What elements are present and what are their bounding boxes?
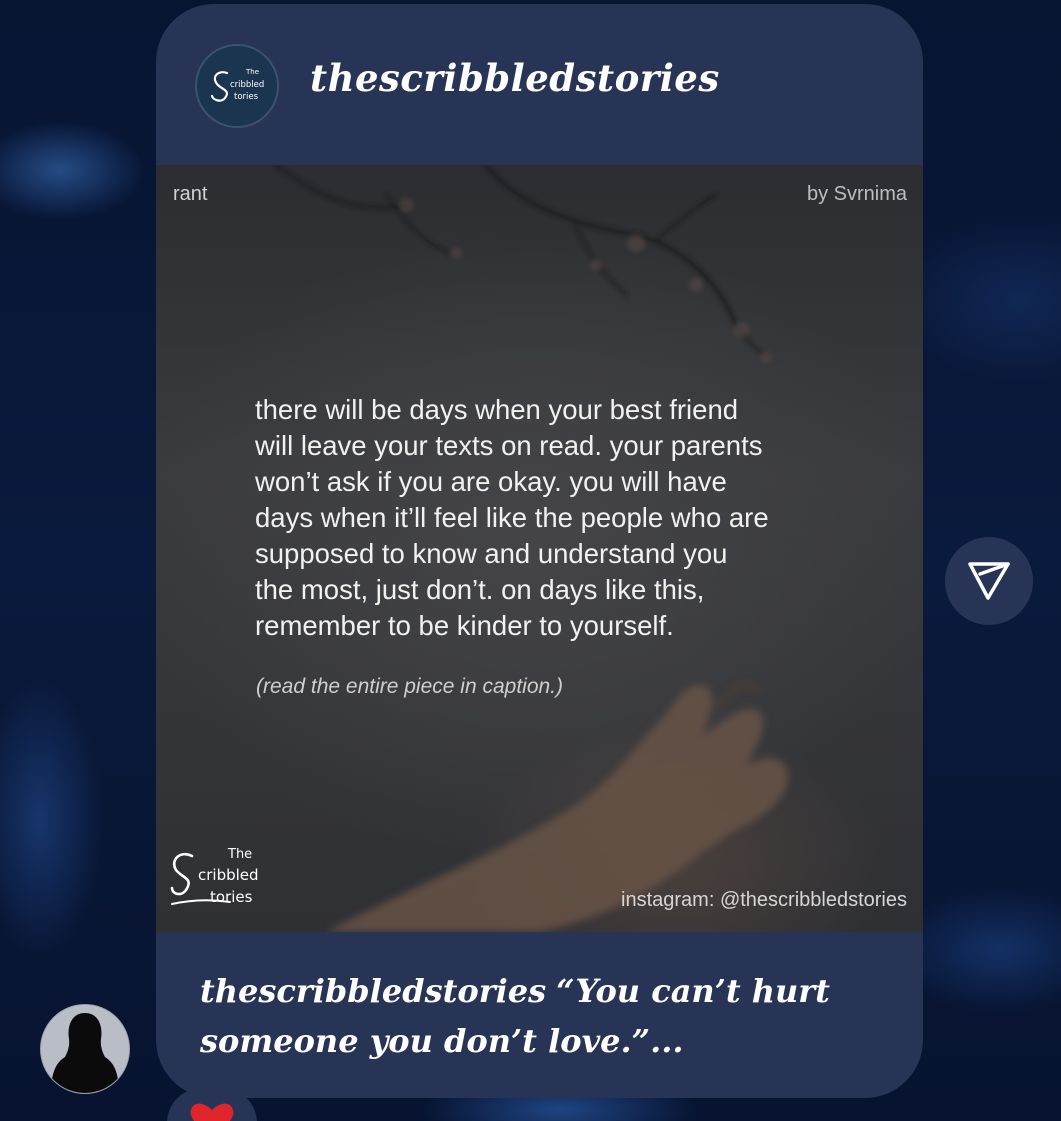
post-caption[interactable]: thescribbledstories “You can’t hurt someo… bbox=[200, 966, 880, 1066]
caption-text: “You can’t hurt bbox=[556, 972, 830, 1010]
instagram-watermark: instagram: @thescribbledstories bbox=[621, 889, 907, 911]
share-button[interactable] bbox=[945, 537, 1033, 625]
story-card[interactable]: The cribbled tories thescribbledstories bbox=[156, 4, 923, 1098]
scribbled-stories-logo-icon: The cribbled tories bbox=[197, 46, 277, 126]
post-author: by Svrnima bbox=[806, 183, 907, 205]
quote-line: there will be days when your best friend bbox=[255, 394, 739, 425]
quote-line: the most, just don’t. on days like this, bbox=[255, 574, 705, 605]
card-header: The cribbled tories thescribbledstories bbox=[156, 4, 923, 165]
post-username[interactable]: thescribbledstories bbox=[310, 56, 720, 100]
post-image[interactable]: rant by Svrnima there will be days when … bbox=[156, 165, 923, 932]
logo-text-the: The bbox=[227, 847, 252, 862]
read-more-note: (read the entire piece in caption.) bbox=[256, 675, 564, 698]
svg-text:The: The bbox=[245, 68, 259, 76]
caption-line: someone you don’t love.”... bbox=[200, 1022, 684, 1060]
caption-username[interactable]: thescribbledstories bbox=[200, 972, 546, 1010]
caption-line: thescribbledstories “You can’t hurt bbox=[200, 966, 880, 1016]
person-silhouette-icon bbox=[41, 1005, 129, 1093]
quote-line: days when it’ll feel like the people who… bbox=[255, 502, 769, 533]
svg-text:tories: tories bbox=[234, 92, 259, 102]
quote-line: won’t ask if you are okay. you will have bbox=[255, 466, 727, 497]
quote-line: will leave your texts on read. your pare… bbox=[255, 430, 763, 461]
quote-text: there will be days when your best friend… bbox=[255, 392, 815, 644]
quote-line: remember to be kinder to yourself. bbox=[255, 610, 674, 641]
brand-watermark-logo: The cribbled tories bbox=[170, 847, 259, 906]
viewer-avatar[interactable] bbox=[40, 1004, 130, 1094]
svg-text:cribbled: cribbled bbox=[230, 80, 264, 90]
logo-text-cribbled: cribbled bbox=[198, 866, 259, 884]
post-tag: rant bbox=[173, 183, 208, 205]
send-icon bbox=[968, 562, 1010, 600]
quote-line: supposed to know and understand you bbox=[255, 538, 728, 569]
profile-logo[interactable]: The cribbled tories bbox=[195, 44, 279, 128]
logo-text-tories: tories bbox=[210, 888, 253, 906]
